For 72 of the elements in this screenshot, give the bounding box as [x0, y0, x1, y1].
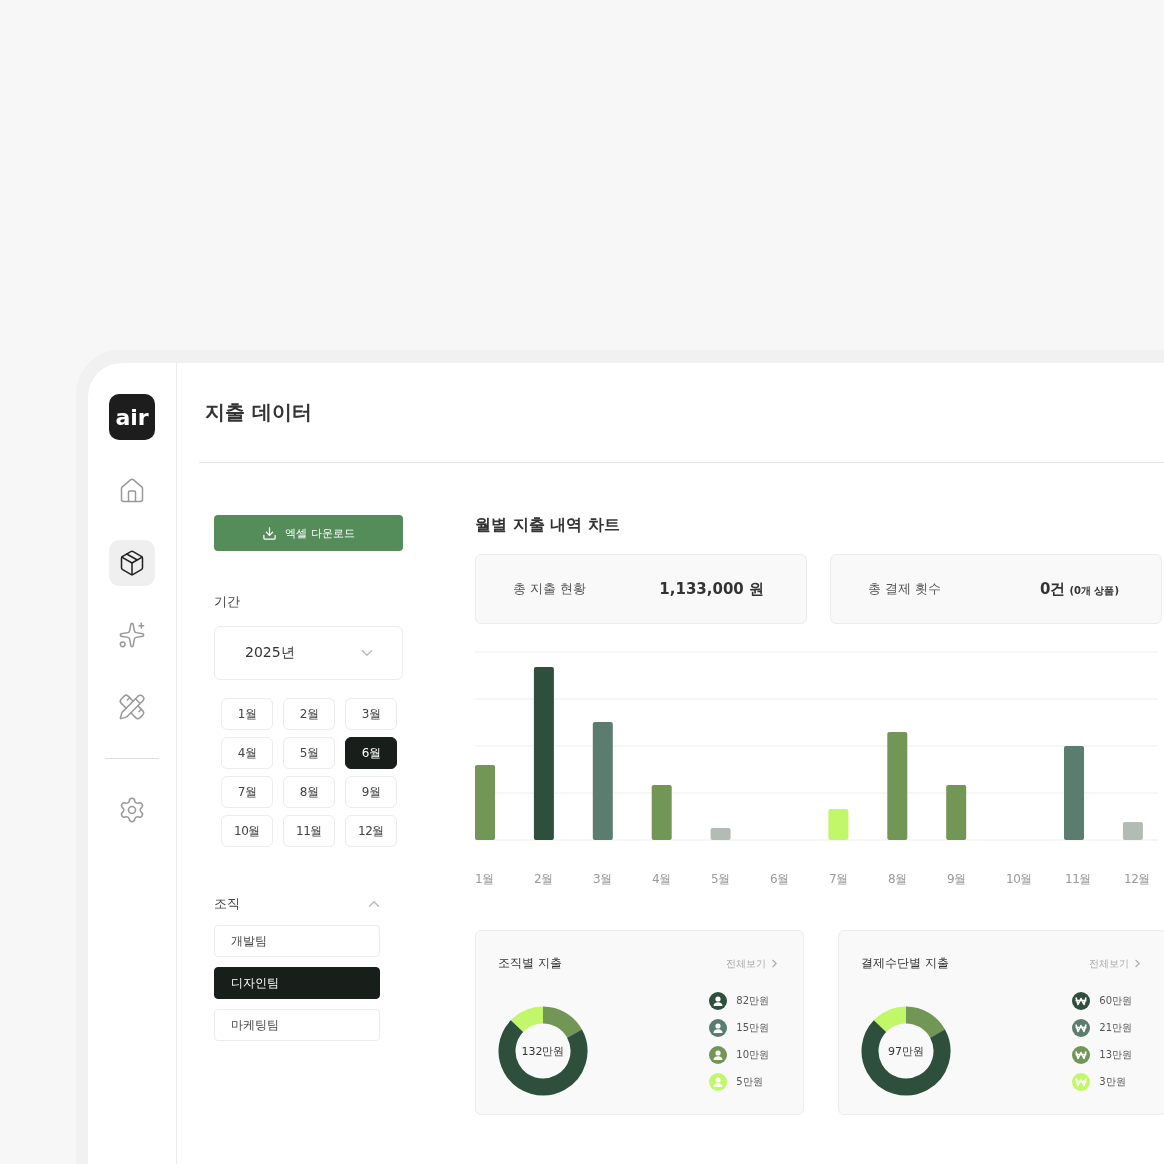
- team-button[interactable]: 마케팅팀: [214, 1009, 380, 1041]
- month-button[interactable]: 12월: [345, 815, 397, 847]
- month-button[interactable]: 9월: [345, 776, 397, 808]
- month-button[interactable]: 11월: [283, 815, 335, 847]
- person-icon: [709, 1073, 728, 1091]
- sparkle-icon: [118, 621, 146, 649]
- legend-amount: 13만원: [1099, 1048, 1132, 1062]
- team-button[interactable]: 디자인팀: [214, 967, 380, 999]
- logo: air: [109, 394, 155, 440]
- stat-label: 총 결제 횟수: [868, 580, 942, 598]
- legend-amount: 10만원: [736, 1048, 769, 1062]
- card-title: 결제수단별 지출: [861, 955, 949, 972]
- person-icon: [709, 992, 728, 1010]
- section-label: 기간: [214, 593, 241, 611]
- stat-note: (0개 상품): [1069, 583, 1119, 598]
- home-icon: [118, 477, 146, 505]
- person-icon: [709, 1019, 728, 1037]
- month-button[interactable]: 5월: [283, 737, 335, 769]
- month-button[interactable]: 4월: [221, 737, 273, 769]
- legend-amount: 21만원: [1099, 1021, 1132, 1035]
- month-button[interactable]: 10월: [221, 815, 273, 847]
- chart-bar: [946, 785, 967, 840]
- chart-bar: [710, 828, 731, 840]
- year-select[interactable]: 2025년: [214, 626, 403, 680]
- axis-label: 11월: [1065, 871, 1092, 888]
- axis-label: 5월: [711, 871, 731, 888]
- axis-label: 2월: [534, 871, 554, 888]
- axis-label: 8월: [888, 871, 908, 888]
- card-title: 조직별 지출: [498, 955, 562, 972]
- select-value: 2025년: [245, 644, 295, 662]
- chart-bar: [1122, 822, 1143, 840]
- axis-label: 12월: [1124, 871, 1151, 888]
- page-title: 지출 데이터: [205, 399, 312, 426]
- donut-total: 97만원: [888, 1043, 924, 1059]
- axis-label: 6월: [770, 871, 790, 888]
- month-button[interactable]: 3월: [345, 698, 397, 730]
- chart-bar: [651, 785, 672, 840]
- axis-label: 3월: [593, 871, 613, 888]
- month-button[interactable]: 7월: [221, 776, 273, 808]
- won-icon: [1072, 1073, 1091, 1091]
- legend-amount: 82만원: [736, 994, 769, 1008]
- excel-download-button[interactable]: 엑셀 다운로드: [214, 515, 403, 551]
- won-icon: [1072, 992, 1091, 1010]
- axis-label: 9월: [947, 871, 967, 888]
- axis-label: 7월: [829, 871, 849, 888]
- month-button[interactable]: 1월: [221, 698, 273, 730]
- section-label: 조직: [214, 895, 240, 913]
- month-button[interactable]: 6월: [345, 737, 397, 769]
- month-button[interactable]: 8월: [283, 776, 335, 808]
- won-icon: [1072, 1019, 1091, 1037]
- box-icon: [118, 549, 146, 577]
- chart-bar: [828, 809, 849, 840]
- legend-amount: 5만원: [736, 1075, 763, 1089]
- axis-label: 4월: [652, 871, 672, 888]
- stat-value: 0건: [1039, 579, 1066, 599]
- person-icon: [709, 1046, 728, 1064]
- sidebar-item[interactable]: [109, 540, 155, 586]
- settings-icon: [118, 796, 146, 824]
- won-icon: [1072, 1046, 1091, 1064]
- chart-title: 월별 지출 내역 차트: [475, 515, 621, 536]
- legend-amount: 60만원: [1099, 994, 1132, 1008]
- download-icon: [262, 525, 278, 541]
- stat-value: 1,133,000 원: [659, 579, 764, 599]
- pencil-ruler-icon: [118, 693, 146, 721]
- month-button[interactable]: 2월: [283, 698, 335, 730]
- axis-label: 1월: [475, 871, 495, 888]
- team-button[interactable]: 개발팀: [214, 925, 380, 957]
- donut-total: 132만원: [521, 1043, 565, 1059]
- stat-label: 총 지출 현황: [513, 580, 587, 598]
- legend-amount: 3만원: [1099, 1075, 1126, 1089]
- axis-label: 10월: [1006, 871, 1033, 888]
- legend-amount: 15만원: [736, 1021, 769, 1035]
